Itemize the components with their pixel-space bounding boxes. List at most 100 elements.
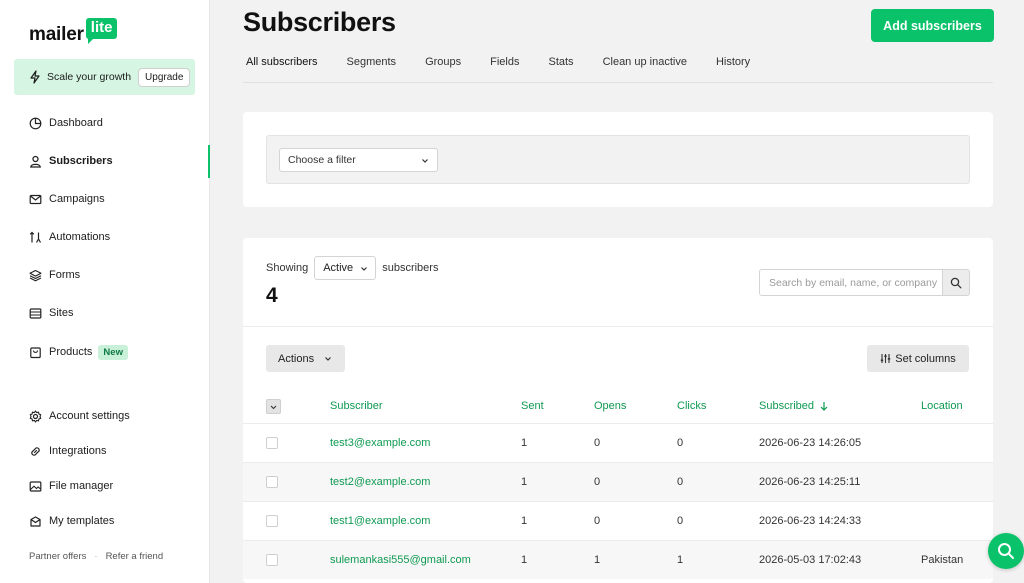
subscriber-email[interactable]: test1@example.com	[330, 515, 430, 527]
columns-icon	[881, 354, 891, 363]
sidebar-item-integrations[interactable]: Integrations	[29, 441, 106, 461]
opens-value: 0	[594, 515, 601, 527]
sidebar-item-forms[interactable]: Forms	[29, 265, 80, 285]
logo-text-mailer: mailer	[29, 24, 84, 45]
dashboard-icon	[29, 117, 42, 129]
subscribed-date: 2026-06-23 14:26:05	[759, 437, 862, 449]
template-icon	[30, 515, 41, 527]
footer-separator: ·	[94, 551, 98, 562]
automation-icon	[29, 231, 42, 243]
sidebar-item-my-templates[interactable]: My templates	[29, 511, 114, 531]
tab-all-subscribers[interactable]: All subscribers	[246, 50, 318, 82]
sidebar-item-label: Campaigns	[49, 193, 105, 205]
sidebar: mailer lite Scale your growth Upgrade Da…	[0, 0, 210, 583]
sidebar-item-file-manager[interactable]: File manager	[29, 476, 113, 496]
column-header-opens[interactable]: Opens	[594, 400, 626, 412]
row-checkbox[interactable]	[266, 437, 278, 449]
showing-label: Showing	[266, 262, 309, 274]
sent-value: 1	[521, 515, 528, 527]
sidebar-footer: Partner offers · Refer a friend	[29, 551, 163, 562]
sidebar-item-automations[interactable]: Automations	[29, 227, 110, 247]
sent-value: 1	[521, 554, 528, 566]
filter-panel: Choose a filter	[266, 135, 970, 184]
sent-value: 1	[521, 437, 528, 449]
bolt-icon	[30, 70, 40, 84]
sidebar-item-label: Integrations	[49, 445, 107, 457]
clicks-value: 0	[677, 476, 684, 488]
subscribers-label: subscribers	[382, 262, 439, 274]
sites-icon	[29, 307, 42, 319]
actions-button[interactable]: Actions	[266, 345, 345, 372]
product-icon	[30, 346, 41, 358]
gear-icon	[29, 409, 42, 423]
select-all-checkbox[interactable]	[266, 399, 281, 414]
upgrade-button[interactable]: Upgrade	[138, 67, 191, 87]
set-columns-button[interactable]: Set columns	[867, 345, 969, 372]
page-title: Subscribers	[243, 7, 396, 37]
sidebar-item-subscribers[interactable]: Subscribers	[29, 151, 113, 171]
subscriber-email[interactable]: test3@example.com	[330, 437, 430, 449]
refer-friend-link[interactable]: Refer a friend	[106, 551, 164, 562]
sidebar-item-campaigns[interactable]: Campaigns	[29, 189, 105, 209]
table-row[interactable]: test2@example.com 1 0 0 2026-06-23 14:25…	[243, 462, 993, 501]
table-row[interactable]: test1@example.com 1 0 0 2026-06-23 14:24…	[243, 501, 993, 540]
mailerlite-logo[interactable]: mailer lite	[29, 18, 118, 46]
add-subscribers-button[interactable]: Add subscribers	[871, 9, 994, 42]
sidebar-item-label: Subscribers	[49, 155, 113, 167]
row-checkbox[interactable]	[266, 476, 278, 488]
image-icon	[29, 480, 42, 492]
showing-controls: Showing Active subscribers	[266, 256, 438, 280]
column-header-sent[interactable]: Sent	[521, 400, 544, 412]
search-input[interactable]	[759, 269, 942, 296]
column-header-location[interactable]: Location	[921, 400, 963, 412]
tab-clean-up-inactive[interactable]: Clean up inactive	[603, 50, 687, 82]
sidebar-item-products[interactable]: Products New	[29, 342, 128, 362]
column-header-subscribed[interactable]: Subscribed	[759, 400, 829, 412]
filter-placeholder: Choose a filter	[288, 154, 356, 166]
tab-history[interactable]: History	[716, 50, 750, 82]
sidebar-item-label: My templates	[49, 515, 115, 527]
upgrade-banner: Scale your growth Upgrade	[14, 59, 195, 95]
sidebar-item-label: Dashboard	[49, 117, 103, 129]
search-box	[759, 269, 970, 296]
subscriber-list-card: Showing Active subscribers 4 Actions Set…	[243, 238, 993, 583]
new-badge: New	[98, 344, 128, 360]
sidebar-item-dashboard[interactable]: Dashboard	[29, 113, 103, 133]
subscriber-email[interactable]: test2@example.com	[330, 476, 430, 488]
filter-dropdown[interactable]: Choose a filter	[279, 148, 438, 172]
row-checkbox[interactable]	[266, 554, 278, 566]
sidebar-item-account-settings[interactable]: Account settings	[29, 406, 130, 426]
help-search-button[interactable]	[988, 533, 1024, 569]
table-row[interactable]: test3@example.com 1 0 0 2026-06-23 14:26…	[243, 423, 993, 462]
subscribed-date: 2026-05-03 17:02:43	[759, 554, 862, 566]
upgrade-text: Scale your growth	[47, 71, 132, 83]
location-value: Pakistan	[921, 554, 964, 566]
sidebar-item-label: Sites	[49, 307, 74, 319]
divider	[243, 326, 993, 327]
actions-label: Actions	[278, 352, 315, 365]
link-icon	[31, 446, 40, 456]
active-indicator	[208, 145, 210, 178]
sidebar-item-sites[interactable]: Sites	[29, 303, 73, 323]
subscriber-email[interactable]: sulemankasi555@gmail.com	[330, 554, 471, 566]
column-header-subscriber[interactable]: Subscriber	[330, 400, 383, 412]
status-dropdown[interactable]: Active	[314, 256, 377, 280]
column-header-clicks[interactable]: Clicks	[677, 400, 706, 412]
table-row[interactable]: sulemankasi555@gmail.com 1 1 1 2026-05-0…	[243, 540, 993, 579]
sidebar-item-label: Automations	[49, 231, 111, 243]
search-icon	[998, 543, 1014, 559]
row-checkbox[interactable]	[266, 515, 278, 527]
partner-offers-link[interactable]: Partner offers	[29, 551, 86, 562]
mail-icon	[29, 194, 42, 204]
opens-value: 1	[594, 554, 601, 566]
opens-value: 0	[594, 437, 601, 449]
chevron-down-icon	[361, 267, 368, 271]
tab-stats[interactable]: Stats	[548, 50, 573, 82]
tab-groups[interactable]: Groups	[425, 50, 461, 82]
set-columns-label: Set columns	[895, 352, 956, 365]
tab-segments[interactable]: Segments	[347, 50, 397, 82]
search-button[interactable]	[942, 269, 970, 296]
chevron-down-icon	[422, 159, 428, 163]
sort-arrow-down-icon	[820, 402, 828, 411]
tab-fields[interactable]: Fields	[490, 50, 519, 82]
